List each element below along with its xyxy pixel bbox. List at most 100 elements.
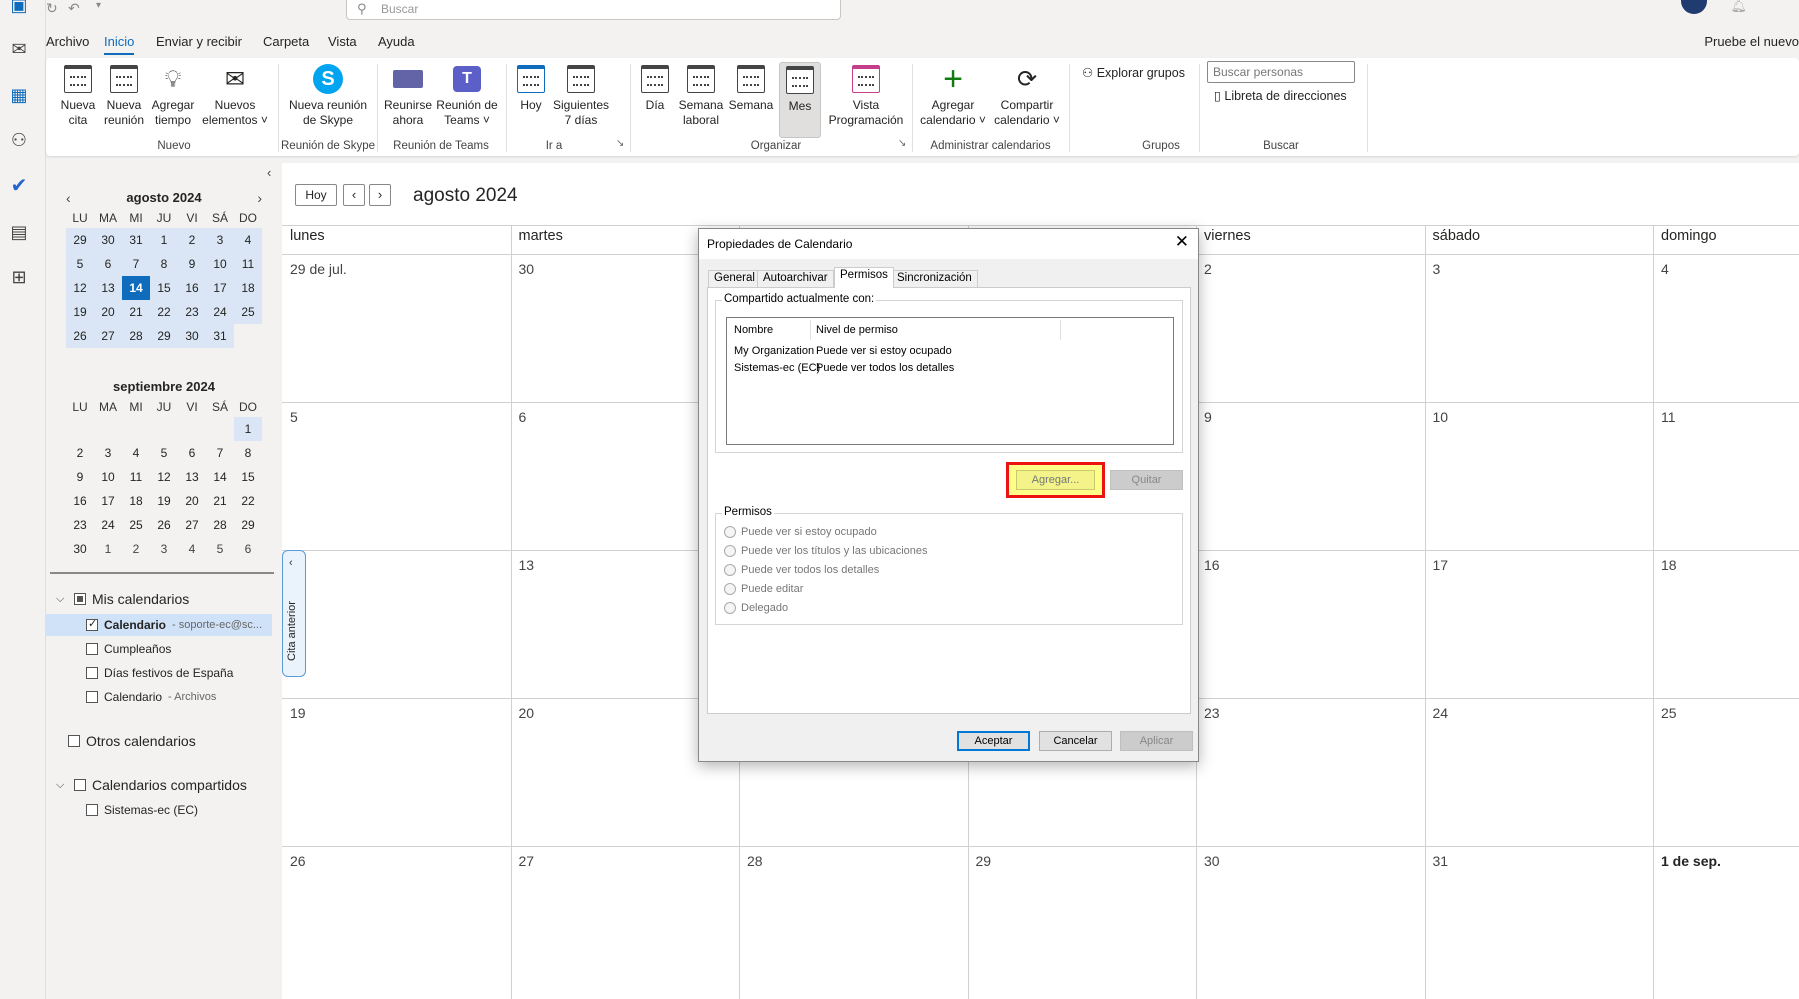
day-cell-number[interactable]: 3 bbox=[1433, 261, 1441, 277]
day-cell[interactable]: 3 bbox=[206, 228, 234, 252]
teams-meeting-button[interactable]: T Reunión de Teams ˅ bbox=[436, 62, 498, 128]
tab-vista[interactable]: Vista bbox=[328, 34, 357, 49]
day-cell[interactable]: 9 bbox=[178, 252, 206, 276]
shared-calendar-list-item[interactable]: Sistemas-ec (EC) bbox=[46, 799, 272, 821]
checkbox[interactable] bbox=[74, 779, 86, 791]
today-button[interactable]: Hoy bbox=[514, 62, 548, 113]
column-header-level[interactable]: Nivel de permiso bbox=[816, 324, 898, 336]
day-cell-number[interactable]: 9 bbox=[1204, 409, 1212, 425]
day-cell[interactable]: 31 bbox=[206, 324, 234, 348]
day-cell[interactable]: 5 bbox=[150, 441, 178, 465]
day-cell-number[interactable]: 18 bbox=[1661, 557, 1677, 573]
calendar-archive-list-item[interactable]: Calendario - Archivos bbox=[46, 686, 272, 708]
day-cell[interactable]: 4 bbox=[178, 537, 206, 561]
day-cell[interactable]: 11 bbox=[234, 252, 262, 276]
birthdays-list-item[interactable]: Cumpleaños bbox=[46, 638, 272, 660]
close-icon[interactable]: ✕ bbox=[1175, 232, 1189, 252]
day-cell-number[interactable]: 23 bbox=[1204, 705, 1220, 721]
day-cell-number[interactable]: 31 bbox=[1433, 853, 1449, 869]
tab-general[interactable]: General bbox=[708, 270, 761, 287]
day-cell[interactable]: 3 bbox=[150, 537, 178, 561]
skype-meeting-button[interactable]: S Nueva reunión de Skype bbox=[286, 62, 370, 128]
day-cell[interactable]: 13 bbox=[178, 465, 206, 489]
try-new-outlook-toggle[interactable]: Pruebe el nuevo bbox=[1704, 34, 1799, 49]
radio-option[interactable]: Puede ver todos los detalles bbox=[724, 564, 879, 576]
day-cell-number[interactable]: 11 bbox=[1661, 409, 1676, 425]
apply-button[interactable]: Aplicar bbox=[1120, 731, 1193, 751]
bell-icon[interactable]: 🔔︎ bbox=[1730, 0, 1747, 14]
day-cell[interactable]: 6 bbox=[178, 441, 206, 465]
day-cell[interactable]: 15 bbox=[150, 276, 178, 300]
day-cell-number[interactable]: 17 bbox=[1433, 557, 1449, 573]
day-cell[interactable]: 22 bbox=[150, 300, 178, 324]
next-7-days-button[interactable]: Siguientes 7 días bbox=[552, 62, 610, 128]
meet-now-button[interactable]: Reunirse ahora bbox=[384, 62, 432, 128]
day-cell[interactable]: 10 bbox=[206, 252, 234, 276]
day-cell-number[interactable]: 4 bbox=[1661, 261, 1669, 277]
checkbox[interactable] bbox=[86, 804, 98, 816]
day-cell-number[interactable]: 30 bbox=[1204, 853, 1220, 869]
shared-with-list[interactable]: Nombre Nivel de permiso My Organization … bbox=[726, 317, 1174, 445]
day-cell[interactable]: 19 bbox=[150, 489, 178, 513]
day-cell[interactable]: 4 bbox=[122, 441, 150, 465]
radio-button[interactable] bbox=[724, 526, 736, 538]
day-cell[interactable]: 1 bbox=[150, 228, 178, 252]
day-cell[interactable]: 24 bbox=[94, 513, 122, 537]
prev-month-icon[interactable]: ‹ bbox=[66, 188, 71, 208]
tab-autoarchivar[interactable]: Autoarchivar bbox=[757, 270, 834, 287]
people-icon[interactable]: ⚇ bbox=[4, 125, 34, 155]
shared-calendars-header[interactable]: ⌵ Calendarios compartidos bbox=[56, 777, 247, 793]
todo-icon[interactable]: ✔ bbox=[4, 170, 34, 200]
day-cell[interactable]: 20 bbox=[178, 489, 206, 513]
previous-appointment-button[interactable]: ‹ Cita anterior bbox=[282, 550, 306, 677]
mail-icon[interactable]: ✉ bbox=[4, 34, 34, 64]
day-cell[interactable]: 21 bbox=[206, 489, 234, 513]
day-cell[interactable]: 23 bbox=[178, 300, 206, 324]
calendar-list-item[interactable]: Calendario - soporte-ec@sc... bbox=[46, 614, 272, 636]
tab-archivo[interactable]: Archivo bbox=[46, 34, 89, 49]
day-cell-number[interactable]: 24 bbox=[1433, 705, 1449, 721]
day-cell[interactable]: 7 bbox=[122, 252, 150, 276]
day-cell[interactable]: 13 bbox=[94, 276, 122, 300]
day-cell-number[interactable]: 29 de jul. bbox=[290, 261, 347, 277]
tab-inicio[interactable]: Inicio bbox=[104, 34, 135, 55]
add-button[interactable]: Agregar... bbox=[1016, 470, 1095, 490]
day-cell-number[interactable]: 30 bbox=[519, 261, 535, 277]
radio-option[interactable]: Puede ver los títulos y las ubicaciones bbox=[724, 545, 928, 557]
checkbox[interactable] bbox=[86, 691, 98, 703]
day-cell[interactable]: 17 bbox=[206, 276, 234, 300]
day-cell-number[interactable]: 27 bbox=[519, 853, 535, 869]
day-cell[interactable]: 27 bbox=[178, 513, 206, 537]
list-item-level[interactable]: Puede ver si estoy ocupado bbox=[816, 345, 952, 357]
list-item-name[interactable]: Sistemas-ec (EC) bbox=[734, 362, 820, 374]
day-cell[interactable]: 14 bbox=[122, 276, 150, 300]
day-cell[interactable]: 7 bbox=[206, 441, 234, 465]
day-cell[interactable]: 29 bbox=[66, 228, 94, 252]
tab-permisos[interactable]: Permisos bbox=[834, 267, 894, 288]
day-cell[interactable]: 16 bbox=[178, 276, 206, 300]
today-button[interactable]: Hoy bbox=[295, 184, 337, 206]
day-cell[interactable]: 26 bbox=[66, 324, 94, 348]
day-cell[interactable]: 22 bbox=[234, 489, 262, 513]
week-view-button[interactable]: Semana bbox=[728, 62, 774, 113]
prev-month-button[interactable]: ‹ bbox=[343, 184, 365, 206]
list-item-name[interactable]: My Organization bbox=[734, 345, 814, 357]
dialog-launcher-icon[interactable]: ↘ bbox=[616, 138, 624, 149]
tab-sincronizacion[interactable]: Sincronización bbox=[891, 270, 978, 287]
day-cell[interactable]: 26 bbox=[150, 513, 178, 537]
apps-icon[interactable]: ⊞ bbox=[4, 262, 34, 292]
day-cell[interactable]: 3 bbox=[94, 441, 122, 465]
day-cell-number[interactable]: 29 bbox=[976, 853, 992, 869]
add-calendar-button[interactable]: + Agregar calendario ˅ bbox=[918, 62, 988, 128]
day-cell[interactable]: 12 bbox=[66, 276, 94, 300]
calendar-icon[interactable]: ▦ bbox=[4, 80, 34, 110]
day-view-button[interactable]: Día bbox=[638, 62, 672, 113]
day-cell[interactable]: 9 bbox=[66, 465, 94, 489]
tab-carpeta[interactable]: Carpeta bbox=[263, 34, 309, 49]
work-week-view-button[interactable]: Semana laboral bbox=[678, 62, 724, 128]
day-cell[interactable]: 12 bbox=[150, 465, 178, 489]
day-cell[interactable]: 28 bbox=[206, 513, 234, 537]
avatar[interactable] bbox=[1681, 0, 1707, 14]
add-time-button[interactable]: 💡︎ Agregar tiempo bbox=[150, 62, 196, 128]
day-cell[interactable]: 1 bbox=[94, 537, 122, 561]
